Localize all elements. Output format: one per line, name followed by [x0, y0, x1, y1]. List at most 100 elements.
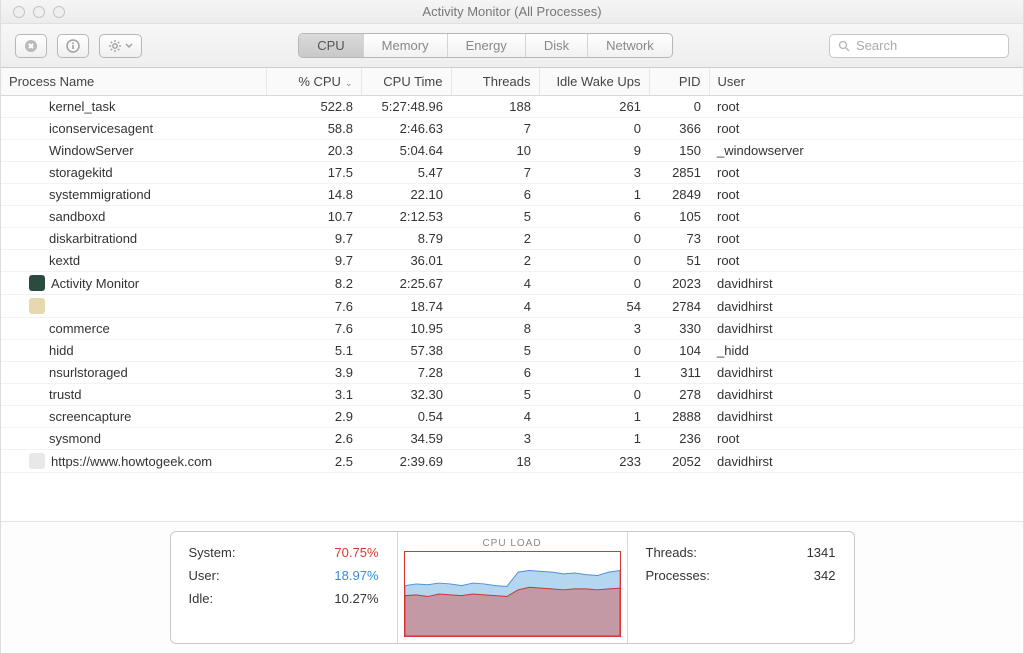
table-row[interactable]: storagekitd17.55.47732851root: [1, 162, 1023, 184]
cell-pid: 51: [649, 250, 709, 272]
process-name: screencapture: [49, 409, 131, 424]
table-row[interactable]: systemmigrationd14.822.10612849root: [1, 184, 1023, 206]
cell-pid: 2052: [649, 450, 709, 473]
table-row[interactable]: hidd5.157.3850104_hidd: [1, 340, 1023, 362]
cell-pid: 0: [649, 96, 709, 118]
cell-pid: 2851: [649, 162, 709, 184]
col-header-user[interactable]: User: [709, 68, 1023, 96]
table-row[interactable]: kernel_task522.85:27:48.961882610root: [1, 96, 1023, 118]
cell-wake: 0: [539, 340, 649, 362]
processes-label: Processes:: [646, 565, 710, 588]
idle-label: Idle:: [189, 588, 214, 611]
table-row[interactable]: screencapture2.90.54412888davidhirst: [1, 406, 1023, 428]
cell-cpu: 2.9: [266, 406, 361, 428]
cell-cpu: 17.5: [266, 162, 361, 184]
cell-user: root: [709, 96, 1023, 118]
process-name: trustd: [49, 387, 82, 402]
table-row[interactable]: nsurlstoraged3.97.2861311davidhirst: [1, 362, 1023, 384]
process-table-body: kernel_task522.85:27:48.961882610rootico…: [1, 96, 1023, 473]
table-row[interactable]: sysmond2.634.5931236root: [1, 428, 1023, 450]
toolbar: CPUMemoryEnergyDiskNetwork Search: [1, 24, 1023, 68]
col-header-pid[interactable]: PID: [649, 68, 709, 96]
cell-pid: 2888: [649, 406, 709, 428]
cell-pid: 150: [649, 140, 709, 162]
table-row[interactable]: WindowServer20.35:04.64109150_windowserv…: [1, 140, 1023, 162]
process-name: diskarbitrationd: [49, 231, 137, 246]
cpu-percent-section: System:70.75% User:18.97% Idle:10.27%: [171, 532, 397, 643]
idle-value: 10.27%: [334, 588, 378, 611]
cell-time: 5.47: [361, 162, 451, 184]
system-label: System:: [189, 542, 236, 565]
tab-memory[interactable]: Memory: [364, 34, 448, 57]
col-header-time[interactable]: CPU Time: [361, 68, 451, 96]
process-name: systemmigrationd: [49, 187, 151, 202]
cell-user: davidhirst: [709, 272, 1023, 295]
process-name: kernel_task: [49, 99, 115, 114]
cell-threads: 6: [451, 362, 539, 384]
col-header-threads[interactable]: Threads: [451, 68, 539, 96]
cell-threads: 2: [451, 228, 539, 250]
cell-cpu: 10.7: [266, 206, 361, 228]
cell-threads: 8: [451, 318, 539, 340]
cell-wake: 233: [539, 450, 649, 473]
cell-cpu: 8.2: [266, 272, 361, 295]
table-row[interactable]: https://www.howtogeek.com2.52:39.6918233…: [1, 450, 1023, 473]
cell-user: root: [709, 428, 1023, 450]
table-row[interactable]: trustd3.132.3050278davidhirst: [1, 384, 1023, 406]
cell-threads: 5: [451, 340, 539, 362]
window-title: Activity Monitor (All Processes): [422, 4, 601, 19]
tab-network[interactable]: Network: [588, 34, 672, 57]
close-window-button[interactable]: [13, 6, 25, 18]
zoom-window-button[interactable]: [53, 6, 65, 18]
minimize-window-button[interactable]: [33, 6, 45, 18]
cell-time: 57.38: [361, 340, 451, 362]
cell-user: davidhirst: [709, 295, 1023, 318]
table-row[interactable]: kextd9.736.012051root: [1, 250, 1023, 272]
threads-label: Threads:: [646, 542, 697, 565]
info-icon: [66, 39, 80, 53]
settings-menu-button[interactable]: [99, 34, 142, 58]
col-header-cpu[interactable]: % CPU⌄: [266, 68, 361, 96]
cell-time: 2:39.69: [361, 450, 451, 473]
cell-cpu: 2.5: [266, 450, 361, 473]
cell-user: root: [709, 206, 1023, 228]
cell-user: davidhirst: [709, 406, 1023, 428]
col-header-wake[interactable]: Idle Wake Ups: [539, 68, 649, 96]
table-row[interactable]: commerce7.610.9583330davidhirst: [1, 318, 1023, 340]
table-row[interactable]: iconservicesagent58.82:46.6370366root: [1, 118, 1023, 140]
cell-cpu: 20.3: [266, 140, 361, 162]
process-name: iconservicesagent: [49, 121, 153, 136]
process-name: WindowServer: [49, 143, 134, 158]
cell-cpu: 3.9: [266, 362, 361, 384]
cell-time: 5:04.64: [361, 140, 451, 162]
cell-user: root: [709, 118, 1023, 140]
cell-cpu: 522.8: [266, 96, 361, 118]
cell-threads: 3: [451, 428, 539, 450]
cell-time: 2:12.53: [361, 206, 451, 228]
process-name: storagekitd: [49, 165, 113, 180]
tab-disk[interactable]: Disk: [526, 34, 588, 57]
cpu-load-chart: [404, 551, 621, 637]
process-name: sysmond: [49, 431, 101, 446]
cell-threads: 7: [451, 162, 539, 184]
counts-section: Threads:1341 Processes:342: [627, 532, 854, 643]
process-table-container: Process Name % CPU⌄ CPU Time Threads Idl…: [1, 68, 1023, 521]
table-row[interactable]: Activity Monitor8.22:25.67402023davidhir…: [1, 272, 1023, 295]
activity-monitor-window: Activity Monitor (All Processes) CPUMemo…: [0, 0, 1024, 653]
cell-wake: 3: [539, 162, 649, 184]
cell-threads: 2: [451, 250, 539, 272]
tab-energy[interactable]: Energy: [448, 34, 526, 57]
info-button[interactable]: [57, 34, 89, 58]
cell-pid: 2023: [649, 272, 709, 295]
cell-cpu: 7.6: [266, 318, 361, 340]
tab-cpu[interactable]: CPU: [299, 34, 363, 57]
process-name: commerce: [49, 321, 110, 336]
search-field[interactable]: Search: [829, 34, 1009, 58]
stop-process-button[interactable]: [15, 34, 47, 58]
cell-pid: 236: [649, 428, 709, 450]
table-row[interactable]: sandboxd10.72:12.5356105root: [1, 206, 1023, 228]
table-row[interactable]: 7.618.744542784davidhirst: [1, 295, 1023, 318]
col-header-name[interactable]: Process Name: [1, 68, 266, 96]
cell-wake: 0: [539, 272, 649, 295]
table-row[interactable]: diskarbitrationd9.78.792073root: [1, 228, 1023, 250]
